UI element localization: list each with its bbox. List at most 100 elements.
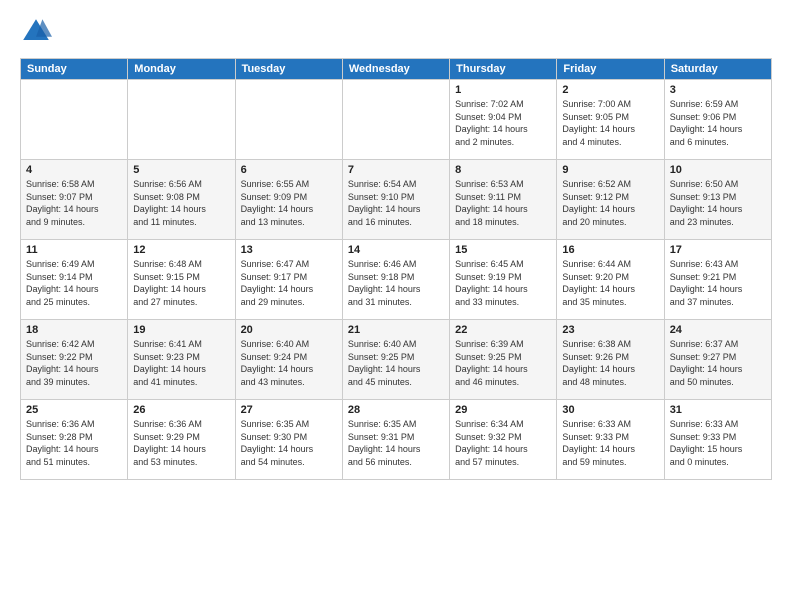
day-number: 22 xyxy=(455,324,551,336)
day-number: 23 xyxy=(562,324,658,336)
day-number: 11 xyxy=(26,244,122,256)
calendar-week-row: 25Sunrise: 6:36 AM Sunset: 9:28 PM Dayli… xyxy=(21,400,772,480)
table-row: 9Sunrise: 6:52 AM Sunset: 9:12 PM Daylig… xyxy=(557,160,664,240)
table-row xyxy=(235,80,342,160)
day-info: Sunrise: 6:47 AM Sunset: 9:17 PM Dayligh… xyxy=(241,258,337,308)
table-row: 30 Sunrise: 6:33 AM Sunset: 9:33 PM Dayli… xyxy=(557,400,664,480)
table-row: 12 Sunrise: 6:48 AM Sunset: 9:15 PM Dayli… xyxy=(128,240,235,320)
calendar-week-row: 1 Sunrise: 7:02 AM Sunset: 9:04 PM Daylig… xyxy=(21,80,772,160)
table-row: 22 Sunrise: 6:39 AM Sunset: 9:25 PM Dayli… xyxy=(450,320,557,400)
day-number: 12 xyxy=(133,244,229,256)
day-info: Sunrise: 6:55 AM Sunset: 9:09 PM Dayligh… xyxy=(241,178,337,228)
table-row: 26 Sunrise: 6:36 AM Sunset: 9:29 PM Dayli… xyxy=(128,400,235,480)
day-info: Sunrise: 6:38 AM Sunset: 9:26 PM Dayligh… xyxy=(562,338,658,388)
table-row: 4 Sunrise: 6:58 AM Sunset: 9:07 PM Daylig… xyxy=(21,160,128,240)
table-row: 3Sunrise: 6:59 AM Sunset: 9:06 PM Daylig… xyxy=(664,80,771,160)
day-number: 19 xyxy=(133,324,229,336)
day-info: Sunrise: 6:33 AM Sunset: 9:33 PM Dayligh… xyxy=(562,418,658,468)
col-sunday: Sunday xyxy=(21,59,128,80)
calendar-week-row: 4 Sunrise: 6:58 AM Sunset: 9:07 PM Daylig… xyxy=(21,160,772,240)
table-row: 29 Sunrise: 6:34 AM Sunset: 9:32 PM Dayli… xyxy=(450,400,557,480)
day-info: Sunrise: 6:35 AM Sunset: 9:30 PM Dayligh… xyxy=(241,418,337,468)
day-info: Sunrise: 7:02 AM Sunset: 9:04 PM Dayligh… xyxy=(455,98,551,148)
table-row: 27 Sunrise: 6:35 AM Sunset: 9:30 PM Dayli… xyxy=(235,400,342,480)
day-number: 30 xyxy=(562,404,658,416)
day-info: Sunrise: 6:36 AM Sunset: 9:29 PM Dayligh… xyxy=(133,418,229,468)
calendar-week-row: 11Sunrise: 6:49 AM Sunset: 9:14 PM Dayli… xyxy=(21,240,772,320)
table-row: 20 Sunrise: 6:40 AM Sunset: 9:24 PM Dayli… xyxy=(235,320,342,400)
day-number: 16 xyxy=(562,244,658,256)
day-number: 10 xyxy=(670,164,766,176)
day-info: Sunrise: 6:46 AM Sunset: 9:18 PM Dayligh… xyxy=(348,258,444,308)
calendar-table: Sunday Monday Tuesday Wednesday Thursday… xyxy=(20,58,772,480)
logo-icon xyxy=(20,16,52,48)
day-info: Sunrise: 6:37 AM Sunset: 9:27 PM Dayligh… xyxy=(670,338,766,388)
day-number: 9 xyxy=(562,164,658,176)
day-info: Sunrise: 6:56 AM Sunset: 9:08 PM Dayligh… xyxy=(133,178,229,228)
day-info: Sunrise: 6:33 AM Sunset: 9:33 PM Dayligh… xyxy=(670,418,766,468)
table-row: 13Sunrise: 6:47 AM Sunset: 9:17 PM Dayli… xyxy=(235,240,342,320)
day-info: Sunrise: 6:58 AM Sunset: 9:07 PM Dayligh… xyxy=(26,178,122,228)
calendar-header-row: Sunday Monday Tuesday Wednesday Thursday… xyxy=(21,59,772,80)
day-info: Sunrise: 6:43 AM Sunset: 9:21 PM Dayligh… xyxy=(670,258,766,308)
table-row xyxy=(21,80,128,160)
day-info: Sunrise: 6:34 AM Sunset: 9:32 PM Dayligh… xyxy=(455,418,551,468)
day-info: Sunrise: 6:59 AM Sunset: 9:06 PM Dayligh… xyxy=(670,98,766,148)
day-number: 1 xyxy=(455,84,551,96)
col-friday: Friday xyxy=(557,59,664,80)
day-number: 20 xyxy=(241,324,337,336)
table-row: 15Sunrise: 6:45 AM Sunset: 9:19 PM Dayli… xyxy=(450,240,557,320)
day-info: Sunrise: 6:35 AM Sunset: 9:31 PM Dayligh… xyxy=(348,418,444,468)
day-number: 17 xyxy=(670,244,766,256)
table-row: 1 Sunrise: 7:02 AM Sunset: 9:04 PM Daylig… xyxy=(450,80,557,160)
table-row: 24 Sunrise: 6:37 AM Sunset: 9:27 PM Dayli… xyxy=(664,320,771,400)
day-number: 27 xyxy=(241,404,337,416)
day-number: 2 xyxy=(562,84,658,96)
header xyxy=(20,16,772,48)
day-number: 24 xyxy=(670,324,766,336)
table-row: 17 Sunrise: 6:43 AM Sunset: 9:21 PM Dayli… xyxy=(664,240,771,320)
day-info: Sunrise: 6:44 AM Sunset: 9:20 PM Dayligh… xyxy=(562,258,658,308)
day-info: Sunrise: 6:40 AM Sunset: 9:25 PM Dayligh… xyxy=(348,338,444,388)
page: Sunday Monday Tuesday Wednesday Thursday… xyxy=(0,0,792,612)
table-row: 11Sunrise: 6:49 AM Sunset: 9:14 PM Dayli… xyxy=(21,240,128,320)
table-row: 5Sunrise: 6:56 AM Sunset: 9:08 PM Daylig… xyxy=(128,160,235,240)
day-number: 21 xyxy=(348,324,444,336)
table-row: 28 Sunrise: 6:35 AM Sunset: 9:31 PM Dayli… xyxy=(342,400,449,480)
day-info: Sunrise: 6:54 AM Sunset: 9:10 PM Dayligh… xyxy=(348,178,444,228)
day-number: 29 xyxy=(455,404,551,416)
table-row: 16 Sunrise: 6:44 AM Sunset: 9:20 PM Dayli… xyxy=(557,240,664,320)
table-row: 10Sunrise: 6:50 AM Sunset: 9:13 PM Dayli… xyxy=(664,160,771,240)
day-number: 7 xyxy=(348,164,444,176)
calendar-week-row: 18 Sunrise: 6:42 AM Sunset: 9:22 PM Dayli… xyxy=(21,320,772,400)
day-info: Sunrise: 6:40 AM Sunset: 9:24 PM Dayligh… xyxy=(241,338,337,388)
table-row xyxy=(128,80,235,160)
day-number: 31 xyxy=(670,404,766,416)
day-number: 28 xyxy=(348,404,444,416)
col-wednesday: Wednesday xyxy=(342,59,449,80)
col-saturday: Saturday xyxy=(664,59,771,80)
table-row: 31 Sunrise: 6:33 AM Sunset: 9:33 PM Dayli… xyxy=(664,400,771,480)
day-info: Sunrise: 6:41 AM Sunset: 9:23 PM Dayligh… xyxy=(133,338,229,388)
day-info: Sunrise: 6:36 AM Sunset: 9:28 PM Dayligh… xyxy=(26,418,122,468)
day-number: 18 xyxy=(26,324,122,336)
table-row: 25Sunrise: 6:36 AM Sunset: 9:28 PM Dayli… xyxy=(21,400,128,480)
table-row: 18 Sunrise: 6:42 AM Sunset: 9:22 PM Dayli… xyxy=(21,320,128,400)
day-number: 14 xyxy=(348,244,444,256)
day-info: Sunrise: 6:42 AM Sunset: 9:22 PM Dayligh… xyxy=(26,338,122,388)
day-info: Sunrise: 6:39 AM Sunset: 9:25 PM Dayligh… xyxy=(455,338,551,388)
table-row: 7 Sunrise: 6:54 AM Sunset: 9:10 PM Daylig… xyxy=(342,160,449,240)
col-tuesday: Tuesday xyxy=(235,59,342,80)
day-number: 4 xyxy=(26,164,122,176)
table-row xyxy=(342,80,449,160)
day-info: Sunrise: 6:48 AM Sunset: 9:15 PM Dayligh… xyxy=(133,258,229,308)
col-thursday: Thursday xyxy=(450,59,557,80)
day-number: 26 xyxy=(133,404,229,416)
table-row: 21 Sunrise: 6:40 AM Sunset: 9:25 PM Dayli… xyxy=(342,320,449,400)
day-info: Sunrise: 6:53 AM Sunset: 9:11 PM Dayligh… xyxy=(455,178,551,228)
table-row: 23 Sunrise: 6:38 AM Sunset: 9:26 PM Dayli… xyxy=(557,320,664,400)
table-row: 14 Sunrise: 6:46 AM Sunset: 9:18 PM Dayli… xyxy=(342,240,449,320)
table-row: 19 Sunrise: 6:41 AM Sunset: 9:23 PM Dayli… xyxy=(128,320,235,400)
day-info: Sunrise: 6:45 AM Sunset: 9:19 PM Dayligh… xyxy=(455,258,551,308)
table-row: 2Sunrise: 7:00 AM Sunset: 9:05 PM Daylig… xyxy=(557,80,664,160)
